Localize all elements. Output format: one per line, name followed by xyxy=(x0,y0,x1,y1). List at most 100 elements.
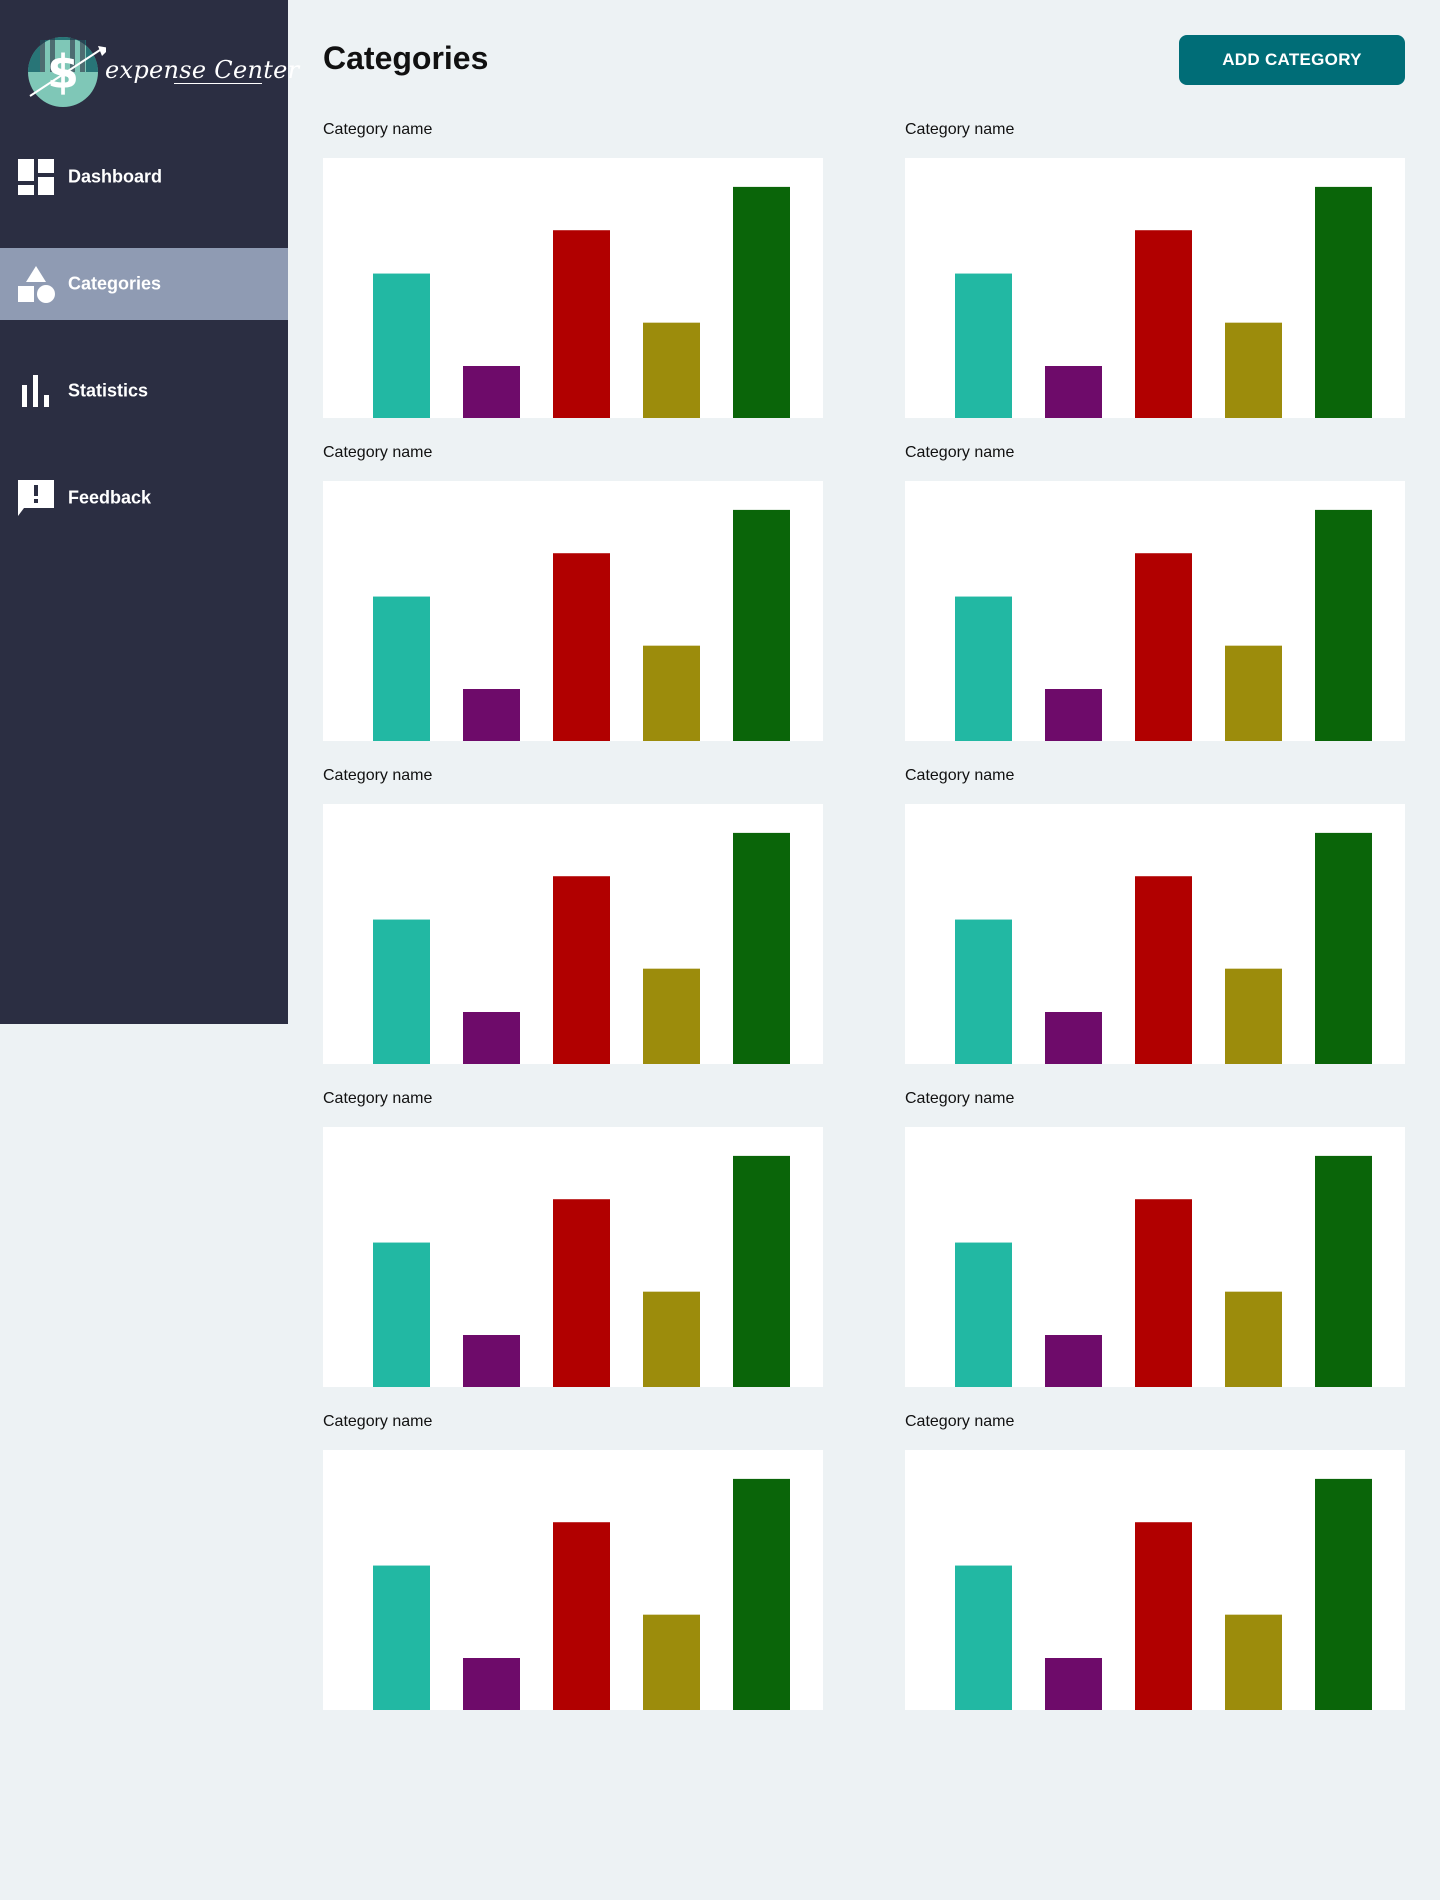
chart-bar xyxy=(553,553,610,741)
category-name-label: Category name xyxy=(323,444,433,461)
chart-bar xyxy=(1225,1291,1282,1387)
app-logo[interactable]: $ expense Center xyxy=(26,30,299,112)
category-card[interactable]: Category name xyxy=(323,767,823,1067)
category-chart xyxy=(323,804,823,1064)
chart-bar xyxy=(1315,1155,1372,1387)
shapes-icon xyxy=(18,266,55,303)
category-name-label: Category name xyxy=(905,1090,1015,1107)
category-card[interactable]: Category name xyxy=(905,1090,1405,1390)
chart-bar xyxy=(463,1335,520,1387)
bar-chart xyxy=(955,509,1372,741)
bar-chart xyxy=(373,832,790,1064)
category-name-label: Category name xyxy=(905,121,1015,138)
sidebar: $ expense Center Dashboard Categories St… xyxy=(0,0,299,1024)
chart-bar xyxy=(643,1614,700,1710)
bar-chart xyxy=(955,1478,1372,1710)
logo-underline xyxy=(174,83,262,84)
chart-bar xyxy=(1135,1522,1192,1710)
chart-bar xyxy=(955,273,1012,418)
bar-chart xyxy=(955,832,1372,1064)
chart-bar xyxy=(733,1478,790,1710)
bar-chart-icon xyxy=(22,375,49,407)
category-card[interactable]: Category name xyxy=(323,444,823,744)
chart-bar xyxy=(1225,645,1282,741)
chart-bar xyxy=(1315,186,1372,418)
chart-bar xyxy=(733,186,790,418)
sidebar-item-statistics[interactable]: Statistics xyxy=(0,355,288,427)
chart-bar xyxy=(955,919,1012,1064)
category-chart xyxy=(905,1450,1405,1710)
category-card[interactable]: Category name xyxy=(905,1413,1405,1713)
chart-bar xyxy=(373,273,430,418)
chart-bar xyxy=(463,366,520,418)
chart-bar xyxy=(733,1155,790,1387)
bar-chart xyxy=(955,186,1372,418)
chart-bar xyxy=(1135,553,1192,741)
chart-bar xyxy=(643,968,700,1064)
chart-bar xyxy=(553,1522,610,1710)
chart-bar xyxy=(1135,876,1192,1064)
chart-bar xyxy=(553,230,610,418)
category-chart xyxy=(905,158,1405,418)
chart-bar xyxy=(733,509,790,741)
category-name-label: Category name xyxy=(905,444,1015,461)
page-title: Categories xyxy=(323,40,489,76)
sidebar-item-categories[interactable]: Categories xyxy=(0,248,288,320)
category-chart xyxy=(323,1127,823,1387)
sidebar-item-label: Statistics xyxy=(68,380,149,401)
chart-bar xyxy=(955,1242,1012,1387)
bar-chart xyxy=(955,1155,1372,1387)
chart-bar xyxy=(1315,1478,1372,1710)
bar-chart xyxy=(373,186,790,418)
category-chart xyxy=(323,481,823,741)
chart-bar xyxy=(1225,322,1282,418)
chart-bar xyxy=(1135,1199,1192,1387)
chart-bar xyxy=(1315,509,1372,741)
dashboard-icon xyxy=(18,159,54,195)
category-card[interactable]: Category name xyxy=(905,767,1405,1067)
svg-text:$: $ xyxy=(47,45,79,99)
bar-chart xyxy=(373,1155,790,1387)
chart-bar xyxy=(373,919,430,1064)
category-chart xyxy=(905,481,1405,741)
chart-bar xyxy=(643,322,700,418)
category-chart xyxy=(905,804,1405,1064)
chart-bar xyxy=(463,1012,520,1064)
chart-bar xyxy=(955,1565,1012,1710)
category-card[interactable]: Category name xyxy=(905,121,1405,421)
category-card[interactable]: Category name xyxy=(323,1413,823,1713)
chart-bar xyxy=(733,832,790,1064)
bar-chart xyxy=(373,509,790,741)
chart-bar xyxy=(1225,1614,1282,1710)
chart-bar xyxy=(553,1199,610,1387)
category-chart xyxy=(905,1127,1405,1387)
category-name-label: Category name xyxy=(323,1413,433,1430)
category-card[interactable]: Category name xyxy=(323,121,823,421)
sidebar-item-dashboard[interactable]: Dashboard xyxy=(0,141,288,213)
add-category-button[interactable]: ADD CATEGORY xyxy=(1179,35,1405,85)
chart-bar xyxy=(1225,968,1282,1064)
category-chart xyxy=(323,1450,823,1710)
bar-chart xyxy=(373,1478,790,1710)
category-card[interactable]: Category name xyxy=(905,444,1405,744)
chart-bar xyxy=(1315,832,1372,1064)
chart-bar xyxy=(955,596,1012,741)
category-name-label: Category name xyxy=(905,1413,1015,1430)
category-name-label: Category name xyxy=(323,767,433,784)
category-name-label: Category name xyxy=(323,1090,433,1107)
dollar-logo-icon: $ xyxy=(28,37,106,107)
chart-bar xyxy=(463,689,520,741)
app-logo-text: expense Center xyxy=(105,56,300,84)
chart-bar xyxy=(1045,1012,1102,1064)
chart-bar xyxy=(643,645,700,741)
category-card[interactable]: Category name xyxy=(323,1090,823,1390)
feedback-icon xyxy=(18,480,54,516)
chart-bar xyxy=(373,1242,430,1387)
sidebar-item-feedback[interactable]: Feedback xyxy=(0,462,288,534)
chart-bar xyxy=(1045,1335,1102,1387)
chart-bar xyxy=(1045,1658,1102,1710)
chart-bar xyxy=(553,876,610,1064)
sidebar-item-label: Feedback xyxy=(68,487,152,508)
chart-bar xyxy=(643,1291,700,1387)
sidebar-item-label: Categories xyxy=(68,273,162,294)
